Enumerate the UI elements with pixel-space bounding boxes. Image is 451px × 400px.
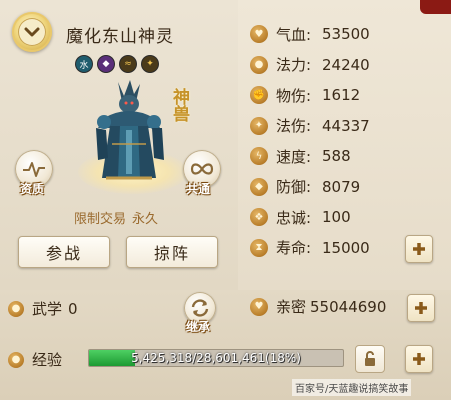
stat-value-defense: 8079 xyxy=(322,177,361,196)
lock-button[interactable] xyxy=(355,345,385,373)
stat-label-lifespan: 寿命: xyxy=(276,239,312,257)
intimacy-label: 亲密 xyxy=(276,298,307,316)
stat-label-defense: 防御: xyxy=(276,178,312,196)
stat-label-loyalty: 忠诚: xyxy=(276,208,312,227)
intimacy-value: 55044690 xyxy=(310,297,387,316)
intimacy-row: ♥ 亲密 55044690 xyxy=(250,296,386,317)
plus-icon xyxy=(413,242,425,255)
pulse-icon xyxy=(23,162,45,177)
martial-label: 武学 xyxy=(32,300,63,318)
collapse-button[interactable] xyxy=(12,12,52,52)
stat-row-lifespan: ⧗ 寿命: 15000 xyxy=(250,236,370,260)
stat-row-loyalty: ❖ 忠诚: 100 xyxy=(250,205,351,229)
stat-row-phys_atk: ✊ 物伤: 1612 xyxy=(250,83,360,107)
stat-value-hp: 53500 xyxy=(322,25,370,43)
stat-row-speed: ϟ 速度: 588 xyxy=(250,144,351,168)
martial-row: ● 武学 0 xyxy=(8,298,78,319)
experience-text: 5,425,318/28,601,461(18%) xyxy=(131,351,301,365)
stat-row-hp: ♥ 气血: 53500 xyxy=(250,22,370,46)
chevron-down-icon xyxy=(18,18,46,46)
stat-label-mp: 法力: xyxy=(276,56,312,74)
stat-value-mag_atk: 44337 xyxy=(322,116,370,135)
martial-value: 0 xyxy=(68,299,78,318)
experience-row: ● 经验 xyxy=(8,349,62,370)
stat-label-hp: 气血: xyxy=(276,25,312,44)
stat-value-phys_atk: 1612 xyxy=(322,86,361,104)
unlock-icon xyxy=(365,351,375,366)
stat-row-mp: ● 法力: 24240 xyxy=(250,53,370,77)
stat-row-mag_atk: ✦ 法伤: 44337 xyxy=(250,114,370,138)
common-label: 共通 xyxy=(186,182,211,196)
flame-element-icon: ✦ xyxy=(142,56,158,72)
stat-row-defense: ◆ 防御: 8079 xyxy=(250,175,360,199)
intimacy-plus-button[interactable] xyxy=(407,294,435,322)
intimacy-icon: ♥ xyxy=(250,297,268,316)
experience-label: 经验 xyxy=(32,351,63,369)
drop-icon: ● xyxy=(250,55,268,74)
stat-value-speed: 588 xyxy=(322,147,351,165)
loyalty-icon: ❖ xyxy=(250,208,268,226)
plus-icon xyxy=(413,353,425,365)
pet-name: 魔化东山神灵 xyxy=(66,27,174,47)
experience-bar: 5,425,318/28,601,461(18%) xyxy=(88,349,344,367)
join-battle-button[interactable]: 参战 xyxy=(18,236,110,268)
stat-value-lifespan: 15000 xyxy=(322,238,370,257)
shield-icon: ◆ xyxy=(250,177,268,196)
stat-label-mag_atk: 法伤: xyxy=(276,117,312,135)
trade-status: 限制交易 永久 xyxy=(74,208,164,227)
purple-orb-icon: ◆ xyxy=(98,56,114,72)
experience-icon: ● xyxy=(8,351,24,368)
experience-plus-button[interactable] xyxy=(405,345,433,373)
aptitude-label: 资质 xyxy=(20,182,45,196)
trade-restriction-text: 限制交易 xyxy=(74,212,127,227)
stat-plus-button-lifespan[interactable] xyxy=(405,234,433,263)
stat-label-speed: 速度: xyxy=(276,147,312,166)
swirl-icon: ≈ xyxy=(120,56,136,72)
heart-icon: ♥ xyxy=(250,25,268,43)
trade-duration-text: 永久 xyxy=(132,212,159,227)
stat-value-mp: 24240 xyxy=(322,55,370,74)
pet-character-image xyxy=(96,80,164,180)
flame-icon: ✦ xyxy=(250,116,268,135)
infinity-icon xyxy=(190,163,214,175)
formation-button[interactable]: 掠阵 xyxy=(126,236,218,268)
martial-icon: ● xyxy=(8,300,24,317)
fist-icon: ✊ xyxy=(250,86,268,104)
plus-icon xyxy=(415,302,427,314)
hourglass-icon: ⧗ xyxy=(250,238,268,257)
water-element-icon: 水 xyxy=(76,56,92,72)
watermark: 百家号/天蓝趣说搞笑故事 xyxy=(292,379,412,396)
stat-value-loyalty: 100 xyxy=(322,208,351,226)
refresh-icon xyxy=(191,299,209,317)
stat-label-phys_atk: 物伤: xyxy=(276,86,312,105)
element-icons: 水 ◆ ≈ ✦ xyxy=(76,56,158,72)
corner-ribbon xyxy=(420,0,451,14)
inherit-label: 继承 xyxy=(186,320,211,334)
bolt-icon: ϟ xyxy=(250,147,268,165)
divine-beast-badge: 神兽 xyxy=(169,88,189,122)
